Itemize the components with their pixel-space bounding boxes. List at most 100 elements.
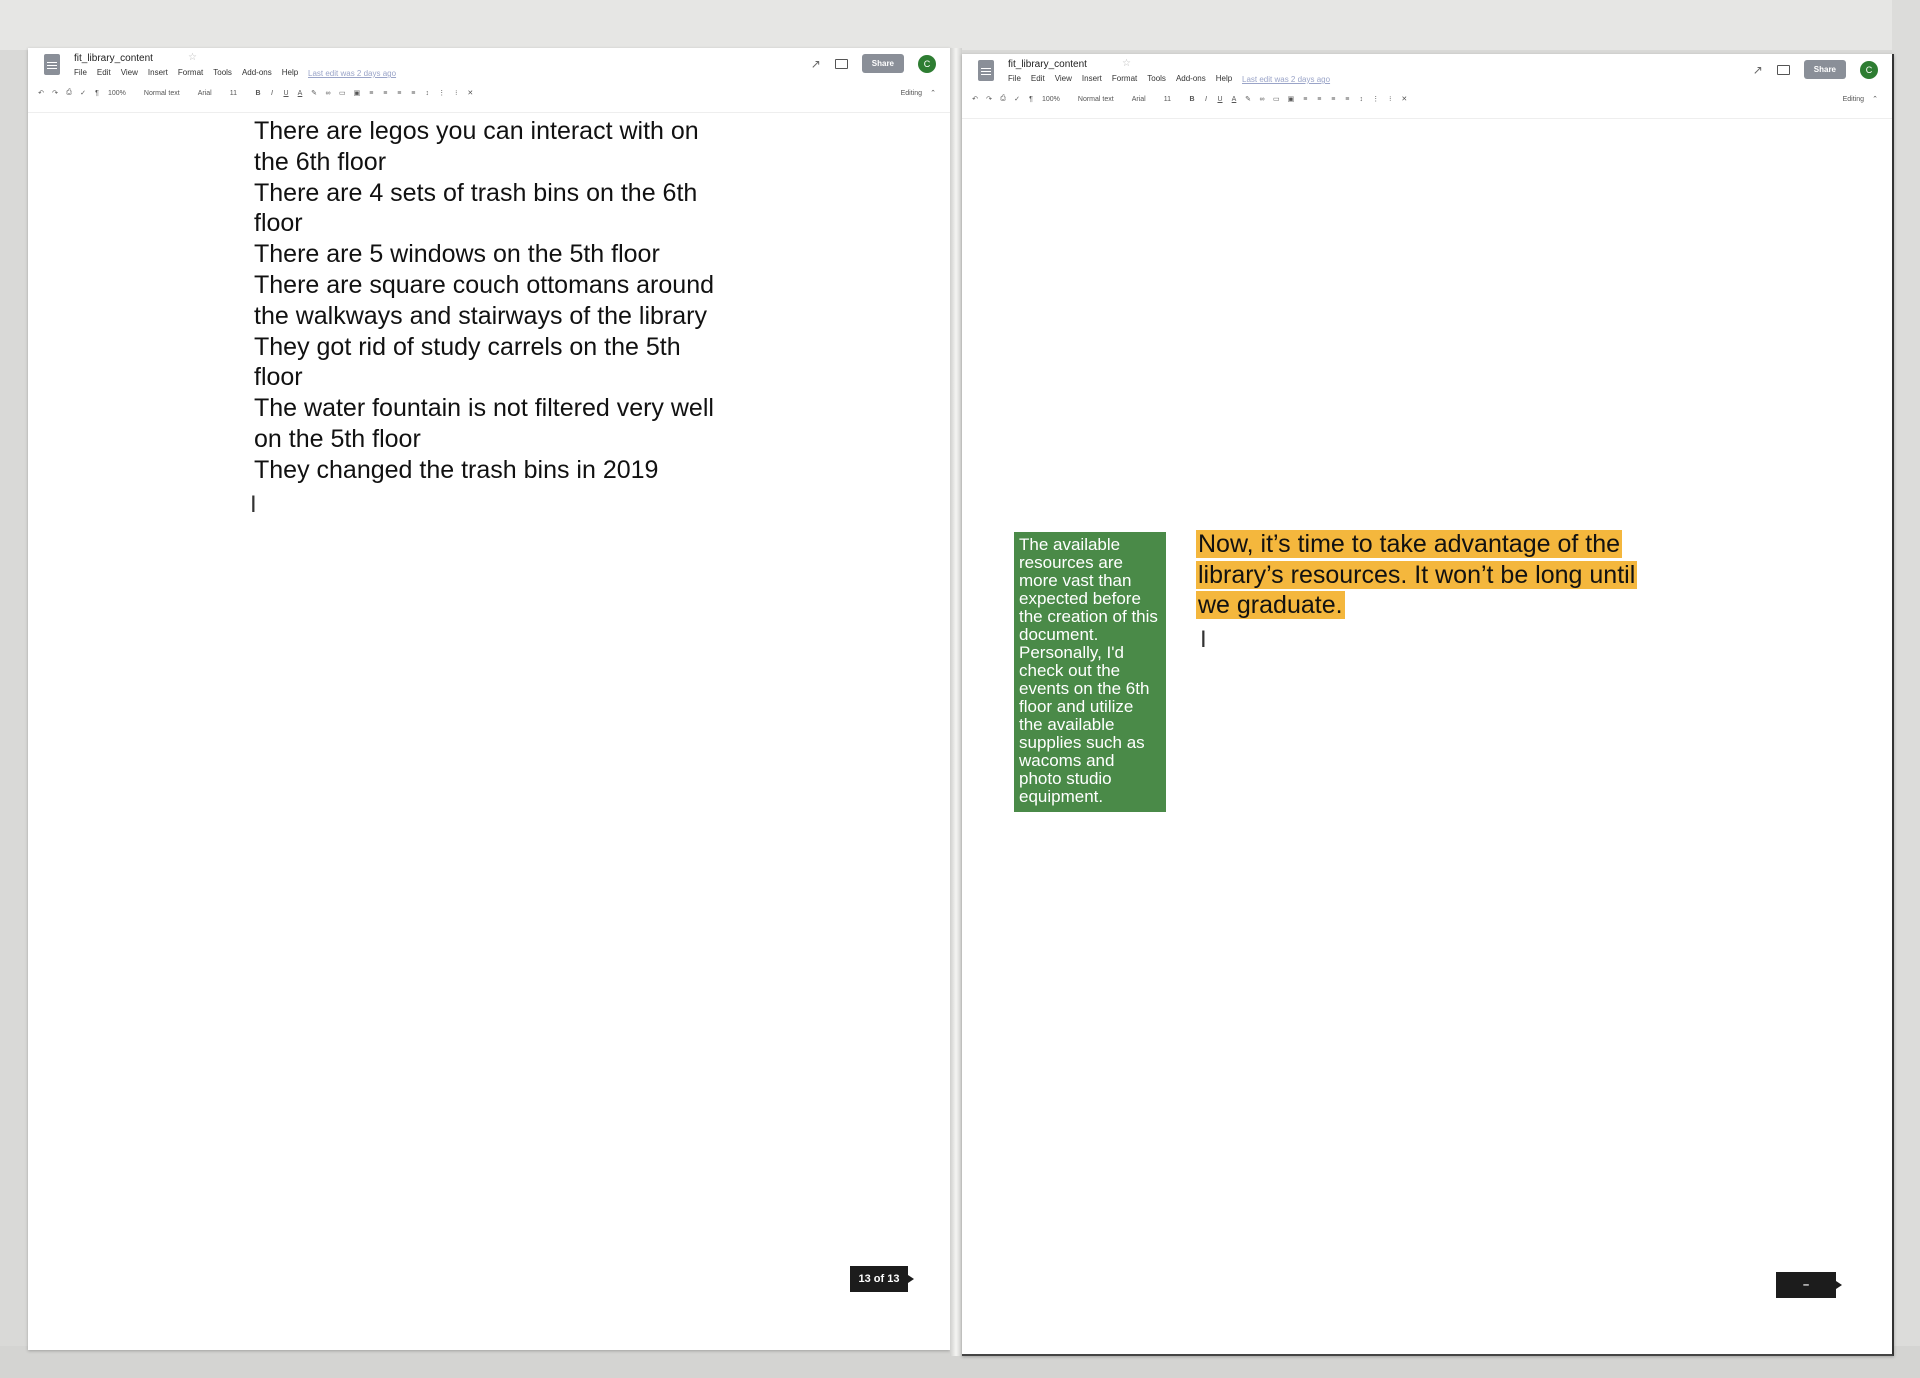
link-icon[interactable]: ∞: [325, 90, 331, 97]
redo-icon[interactable]: ↷: [986, 95, 992, 103]
undo-icon[interactable]: ↶: [972, 95, 978, 103]
font-size-select[interactable]: 11: [230, 90, 247, 97]
formatting-toolbar: ↶ ↷ ⎙ ✓ ¶ 100% Normal text Arial 11 B I …: [972, 92, 1878, 106]
text-color-button[interactable]: A: [1231, 96, 1237, 103]
menu-addons[interactable]: Add-ons: [1176, 74, 1206, 83]
doc-title[interactable]: fit_library_content: [1008, 59, 1087, 70]
underline-button[interactable]: U: [283, 90, 289, 97]
zoom-select[interactable]: 100%: [1042, 96, 1070, 103]
clear-format-icon[interactable]: ✕: [467, 89, 473, 97]
menu-edit[interactable]: Edit: [1031, 74, 1045, 83]
menu-format[interactable]: Format: [178, 68, 203, 77]
paint-format-icon[interactable]: ¶: [94, 90, 100, 97]
menu-edit[interactable]: Edit: [97, 68, 111, 77]
highlight-icon[interactable]: ✎: [311, 89, 317, 97]
menu-addons[interactable]: Add-ons: [242, 68, 272, 77]
menu-format[interactable]: Format: [1112, 74, 1137, 83]
spellcheck-icon[interactable]: ✓: [80, 89, 86, 97]
italic-button[interactable]: I: [269, 90, 275, 97]
font-select[interactable]: Arial: [198, 90, 222, 97]
avatar[interactable]: C: [918, 54, 936, 73]
menu-file[interactable]: File: [74, 68, 87, 77]
highlighted-text: Now, it’s time to take advantage of the …: [1196, 530, 1638, 619]
editing-mode[interactable]: Editing: [901, 90, 922, 97]
font-select[interactable]: Arial: [1132, 96, 1156, 103]
docs-icon[interactable]: [44, 54, 60, 75]
menu-tools[interactable]: Tools: [1147, 74, 1166, 83]
share-button[interactable]: Share: [861, 54, 904, 73]
document-body[interactable]: There are legos you can interact with on…: [254, 116, 734, 486]
menu-file[interactable]: File: [1008, 74, 1021, 83]
menu-bar: File Edit View Insert Format Tools Add-o…: [74, 68, 298, 77]
zoom-select[interactable]: 100%: [108, 90, 136, 97]
editing-mode[interactable]: Editing: [1843, 96, 1864, 103]
image-icon[interactable]: ▣: [1288, 95, 1295, 103]
comment-add-icon[interactable]: ▭: [339, 89, 346, 97]
italic-button[interactable]: I: [1203, 96, 1209, 103]
green-text-box[interactable]: The available resources are more vast th…: [1014, 532, 1166, 812]
highlight-icon[interactable]: ✎: [1245, 95, 1251, 103]
align-right-icon[interactable]: ≡: [1330, 96, 1336, 103]
doc-title[interactable]: fit_library_content: [74, 53, 153, 64]
activity-trend-icon[interactable]: ↗: [1753, 63, 1763, 77]
line-spacing-icon[interactable]: ↕: [424, 90, 430, 97]
align-left-icon[interactable]: ≡: [368, 90, 374, 97]
style-select[interactable]: Normal text: [144, 90, 190, 97]
comment-icon[interactable]: [834, 58, 848, 69]
bulleted-list-icon[interactable]: ⁝: [1387, 95, 1393, 103]
bulleted-list-icon[interactable]: ⁝: [453, 89, 459, 97]
image-icon[interactable]: ▣: [354, 89, 361, 97]
align-center-icon[interactable]: ≡: [1316, 96, 1322, 103]
paint-format-icon[interactable]: ¶: [1028, 96, 1034, 103]
font-size-select[interactable]: 11: [1164, 96, 1181, 103]
collapse-icon[interactable]: ⌃: [930, 89, 936, 97]
text-color-button[interactable]: A: [297, 90, 303, 97]
bold-button[interactable]: B: [1189, 96, 1195, 103]
star-icon[interactable]: ☆: [188, 52, 197, 63]
align-left-icon[interactable]: ≡: [1302, 96, 1308, 103]
menu-insert[interactable]: Insert: [1082, 74, 1102, 83]
body-line: There are square couch ottomans around t…: [254, 270, 714, 330]
menu-help[interactable]: Help: [282, 68, 298, 77]
align-justify-icon[interactable]: ≡: [410, 90, 416, 97]
menu-view[interactable]: View: [121, 68, 138, 77]
avatar[interactable]: C: [1860, 60, 1878, 79]
body-line: They changed the trash bins in 2019: [254, 455, 659, 484]
align-center-icon[interactable]: ≡: [382, 90, 388, 97]
menu-tools[interactable]: Tools: [213, 68, 232, 77]
undo-icon[interactable]: ↶: [38, 89, 44, 97]
numbered-list-icon[interactable]: ⋮: [1372, 95, 1379, 103]
print-icon[interactable]: ⎙: [1000, 95, 1006, 103]
clear-format-icon[interactable]: ✕: [1401, 95, 1407, 103]
body-line: There are 4 sets of trash bins on the 6t…: [254, 178, 698, 238]
link-icon[interactable]: ∞: [1259, 96, 1265, 103]
menu-insert[interactable]: Insert: [148, 68, 168, 77]
line-spacing-icon[interactable]: ↕: [1358, 96, 1364, 103]
activity-trend-icon[interactable]: ↗: [811, 57, 821, 71]
menu-help[interactable]: Help: [1216, 74, 1232, 83]
numbered-list-icon[interactable]: ⋮: [438, 89, 445, 97]
star-icon[interactable]: ☆: [1122, 58, 1131, 69]
menu-bar: File Edit View Insert Format Tools Add-o…: [1008, 74, 1232, 83]
share-button[interactable]: Share: [1803, 60, 1846, 79]
comment-icon[interactable]: [1776, 64, 1790, 75]
scan-background-top: [0, 0, 1920, 50]
last-edit-link[interactable]: Last edit was 2 days ago: [308, 69, 396, 78]
header-actions: ↗ Share C: [811, 54, 936, 73]
style-select[interactable]: Normal text: [1078, 96, 1124, 103]
ruler: [28, 104, 950, 113]
bold-button[interactable]: B: [255, 90, 261, 97]
align-right-icon[interactable]: ≡: [396, 90, 402, 97]
underline-button[interactable]: U: [1217, 96, 1223, 103]
doc-header: fit_library_content ☆ File Edit View Ins…: [28, 48, 950, 118]
highlighted-paragraph[interactable]: Now, it’s time to take advantage of the …: [1196, 529, 1656, 621]
spellcheck-icon[interactable]: ✓: [1014, 95, 1020, 103]
last-edit-link[interactable]: Last edit was 2 days ago: [1242, 75, 1330, 84]
collapse-icon[interactable]: ⌃: [1872, 95, 1878, 103]
align-justify-icon[interactable]: ≡: [1344, 96, 1350, 103]
print-icon[interactable]: ⎙: [66, 89, 72, 97]
comment-add-icon[interactable]: ▭: [1273, 95, 1280, 103]
menu-view[interactable]: View: [1055, 74, 1072, 83]
redo-icon[interactable]: ↷: [52, 89, 58, 97]
docs-icon[interactable]: [978, 60, 994, 81]
